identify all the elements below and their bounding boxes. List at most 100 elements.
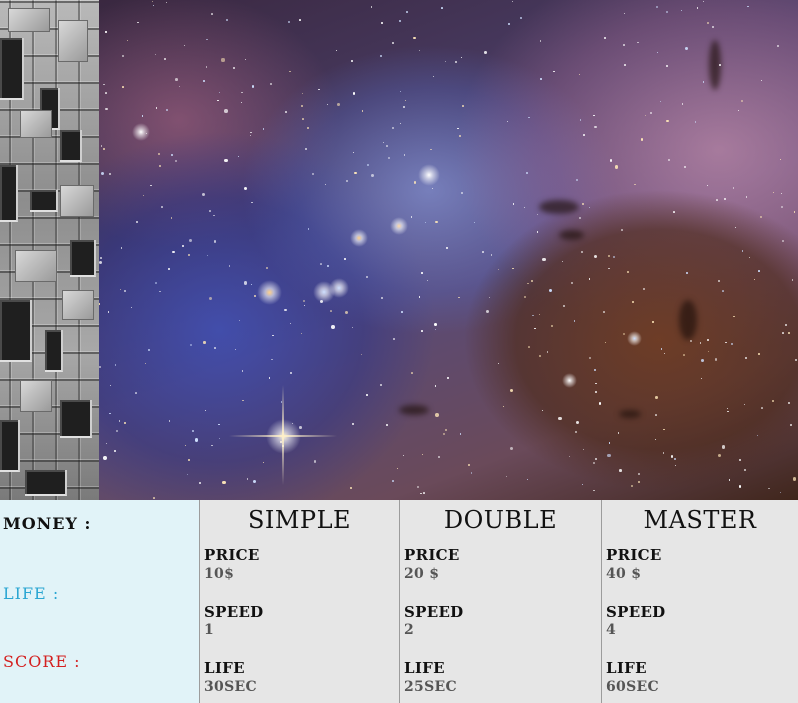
star <box>244 281 248 285</box>
star <box>386 424 389 427</box>
star <box>109 412 111 415</box>
star <box>435 220 438 224</box>
star <box>402 454 404 456</box>
star <box>238 319 241 322</box>
star-spike <box>282 385 284 485</box>
star <box>792 477 797 481</box>
star <box>526 172 529 175</box>
star <box>655 396 658 399</box>
star <box>289 323 291 325</box>
star <box>266 267 268 269</box>
dust-cloud <box>539 200 579 214</box>
star <box>588 278 591 280</box>
star <box>588 357 591 359</box>
star <box>707 339 710 342</box>
star <box>354 172 357 175</box>
star <box>387 157 391 160</box>
star <box>402 105 405 108</box>
star <box>594 457 597 460</box>
star <box>540 78 543 81</box>
star <box>299 19 301 21</box>
star <box>382 141 384 143</box>
star <box>579 73 581 76</box>
star <box>287 20 290 23</box>
star <box>666 10 669 13</box>
star <box>682 353 685 356</box>
star <box>539 40 542 42</box>
star <box>203 341 206 344</box>
star <box>421 330 423 332</box>
star <box>768 487 770 490</box>
star <box>438 456 441 459</box>
shop-item-simple[interactable]: SIMPLE PRICE 10$ SPEED 1 LIFE 30SEC <box>199 500 399 703</box>
star <box>103 83 106 86</box>
star <box>484 51 488 55</box>
star <box>607 453 611 458</box>
star <box>241 370 244 373</box>
shop-item-master[interactable]: MASTER PRICE 40 $ SPEED 4 LIFE 60SEC <box>601 500 798 703</box>
star <box>147 348 150 351</box>
star <box>681 10 683 12</box>
star <box>250 201 253 204</box>
star <box>379 384 382 387</box>
star <box>187 253 190 257</box>
star <box>614 165 619 169</box>
star <box>458 135 461 138</box>
star <box>781 206 784 209</box>
star <box>444 428 448 431</box>
star <box>152 4 155 7</box>
star <box>371 173 375 177</box>
star <box>594 369 597 372</box>
star <box>546 351 549 353</box>
star <box>224 109 229 113</box>
star <box>434 322 437 326</box>
star <box>150 184 152 187</box>
star <box>99 366 102 369</box>
star <box>152 0 154 3</box>
star <box>760 215 763 218</box>
star <box>638 472 640 475</box>
star <box>172 250 175 254</box>
star <box>444 60 447 63</box>
star <box>781 239 784 242</box>
life-label: LIFE <box>204 659 245 677</box>
life-label: LIFE : <box>3 584 60 603</box>
star <box>361 109 364 112</box>
star <box>326 265 329 268</box>
star <box>203 79 206 82</box>
shop-item-double[interactable]: DOUBLE PRICE 20 $ SPEED 2 LIFE 25SEC <box>399 500 601 703</box>
star <box>225 19 228 22</box>
star <box>218 423 220 426</box>
star <box>218 92 220 94</box>
star <box>790 424 792 427</box>
star <box>400 122 402 124</box>
star <box>418 296 420 298</box>
star <box>262 462 264 464</box>
star <box>242 399 244 402</box>
star <box>209 210 211 212</box>
star <box>210 444 213 447</box>
star <box>301 105 304 108</box>
star <box>335 49 338 52</box>
star <box>184 444 186 446</box>
star <box>344 310 348 314</box>
dust-cloud <box>559 230 584 240</box>
price-value: 40 $ <box>606 566 642 582</box>
star <box>649 111 652 114</box>
star <box>190 343 193 347</box>
star <box>318 88 320 91</box>
star <box>250 131 252 134</box>
game-field-space[interactable] <box>99 0 798 500</box>
star <box>126 39 128 41</box>
star <box>725 341 727 344</box>
star <box>594 125 597 129</box>
star <box>303 304 306 307</box>
star <box>612 256 615 259</box>
star <box>743 469 746 472</box>
star <box>153 497 156 500</box>
star <box>571 282 573 284</box>
star <box>728 479 731 481</box>
star <box>563 304 566 307</box>
star <box>581 203 584 206</box>
star <box>681 102 684 105</box>
